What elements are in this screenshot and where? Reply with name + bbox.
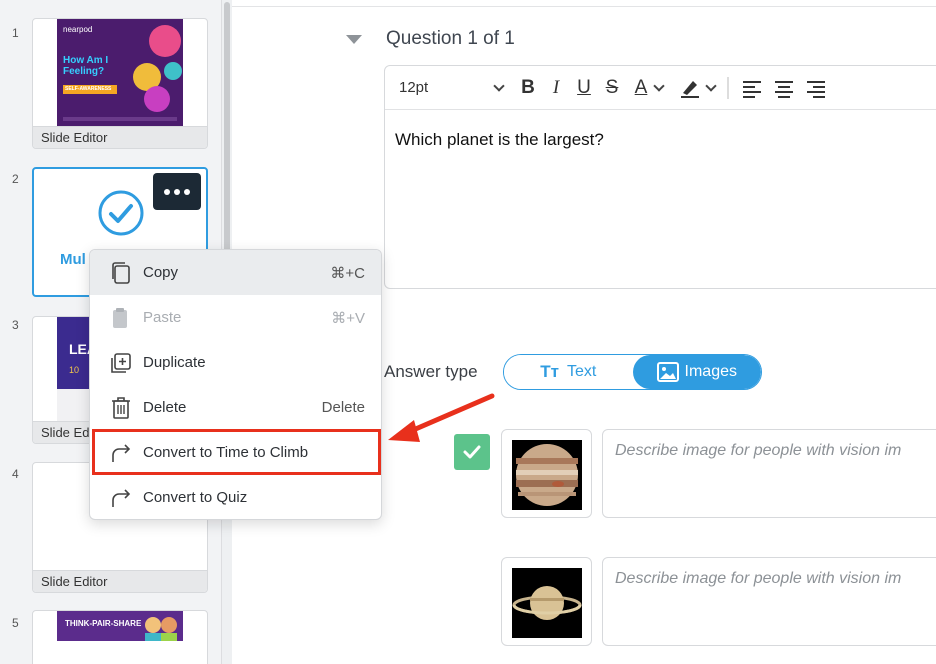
answer-type-label: Answer type <box>384 362 478 381</box>
chevron-down-icon <box>705 79 717 92</box>
menu-item-copy[interactable]: Copy ⌘+C <box>90 250 381 295</box>
menu-item-convert-quiz[interactable]: Convert to Quiz <box>90 475 381 519</box>
chevron-down-icon <box>653 79 666 92</box>
question-editor: 12pt B I U S A Which planet is the large… <box>384 65 936 289</box>
more-options-button[interactable] <box>153 173 201 210</box>
font-size-value: 12pt <box>399 79 429 96</box>
menu-item-shortcut: ⌘+C <box>330 264 365 282</box>
dot <box>164 188 170 195</box>
people-illustration-icon <box>145 617 177 641</box>
dot <box>174 188 180 195</box>
slide-number: 1 <box>12 26 19 40</box>
menu-item-shortcut: Delete <box>321 399 365 416</box>
slide-type-label: Mul <box>60 251 86 268</box>
thumb-subtitle: 10 <box>69 365 80 375</box>
annotation-arrow-icon <box>388 393 495 442</box>
menu-item-shortcut: ⌘+V <box>331 309 365 327</box>
highlighter-icon <box>681 80 699 98</box>
duplicate-icon <box>111 353 131 373</box>
italic-icon[interactable]: I <box>547 73 565 103</box>
saturn-image <box>512 568 582 638</box>
align-center-icon[interactable] <box>773 73 795 103</box>
jupiter-icon <box>512 440 582 510</box>
thumb-logo: nearpod <box>63 25 93 34</box>
answer-type-toggle: Tт Text Images <box>503 354 762 390</box>
menu-item-label: Delete <box>143 399 187 416</box>
menu-item-paste[interactable]: Paste ⌘+V <box>90 295 381 340</box>
menu-item-label: Convert to Quiz <box>143 489 248 506</box>
slide-thumbnail: THINK-PAIR-SHARE <box>57 611 183 664</box>
menu-item-delete[interactable]: Delete Delete <box>90 385 381 430</box>
menu-item-label: Duplicate <box>143 354 206 371</box>
bold-icon[interactable]: B <box>519 73 537 103</box>
question-header: Question 1 of 1 <box>346 28 515 50</box>
highlight-color-button[interactable] <box>677 73 717 103</box>
trash-icon <box>112 397 130 419</box>
answer-type-text-label: Text <box>566 363 597 380</box>
header-divider <box>232 6 936 7</box>
image-description-field[interactable]: Describe image for people with vision im <box>602 429 936 518</box>
font-size-select[interactable]: 12pt <box>399 73 509 103</box>
slide-label: Slide Editor <box>33 126 207 148</box>
answer-type-text-option[interactable]: Tт Text <box>504 355 633 389</box>
text-color-button[interactable]: A <box>631 73 667 103</box>
menu-item-label: Copy <box>143 264 179 281</box>
menu-item-label: Paste <box>143 309 182 326</box>
thumb-title: THINK-PAIR-SHARE <box>65 619 142 628</box>
slide-label: Slide Editor <box>33 570 207 592</box>
app-root: 1 nearpod How Am I Feeling? SELF-AWARENE… <box>0 0 936 664</box>
question-title: Question 1 of 1 <box>386 28 515 49</box>
slide-number: 2 <box>12 172 19 186</box>
slide-number: 3 <box>12 318 19 332</box>
paste-icon <box>113 308 127 328</box>
chevron-down-icon <box>493 79 505 92</box>
text-type-icon: Tт <box>540 362 559 381</box>
thumb-title: How Am I Feeling? <box>63 55 109 77</box>
slide-card-5[interactable]: THINK-PAIR-SHARE <box>32 610 208 664</box>
copy-icon <box>112 262 130 284</box>
slide-number: 5 <box>12 616 19 630</box>
answer-type-images-option[interactable]: Images <box>632 355 761 389</box>
editor-toolbar: 12pt B I U S A <box>385 66 936 110</box>
slide-card-1[interactable]: nearpod How Am I Feeling? SELF-AWARENESS… <box>32 18 208 149</box>
menu-item-duplicate[interactable]: Duplicate <box>90 340 381 385</box>
checkmark-circle-icon <box>98 190 144 236</box>
slide-number: 4 <box>12 467 19 481</box>
annotation-highlight-box <box>92 429 381 475</box>
thumb-badge: SELF-AWARENESS <box>65 86 112 92</box>
collapse-caret-icon[interactable] <box>346 34 362 44</box>
dot <box>184 188 190 195</box>
answer-type-images-label: Images <box>684 363 737 380</box>
convert-arrow-icon <box>112 489 131 507</box>
answer-image-card[interactable] <box>501 429 592 518</box>
jupiter-image <box>512 440 582 510</box>
slide-context-menu: Copy ⌘+C Paste ⌘+V Duplicate Delete Dele… <box>89 249 382 520</box>
text-color-icon: A <box>634 76 648 98</box>
image-description-field[interactable]: Describe image for people with vision im <box>602 557 936 646</box>
image-icon <box>656 362 679 382</box>
saturn-icon <box>512 568 582 638</box>
underline-icon[interactable]: U <box>575 73 593 103</box>
question-text[interactable]: Which planet is the largest? <box>385 110 936 170</box>
align-right-icon[interactable] <box>805 73 827 103</box>
slide-thumbnail: nearpod How Am I Feeling? SELF-AWARENESS <box>57 19 183 127</box>
strikethrough-icon[interactable]: S <box>603 73 621 103</box>
align-left-icon[interactable] <box>741 73 763 103</box>
answer-image-card[interactable] <box>501 557 592 646</box>
toolbar-divider <box>727 76 729 99</box>
